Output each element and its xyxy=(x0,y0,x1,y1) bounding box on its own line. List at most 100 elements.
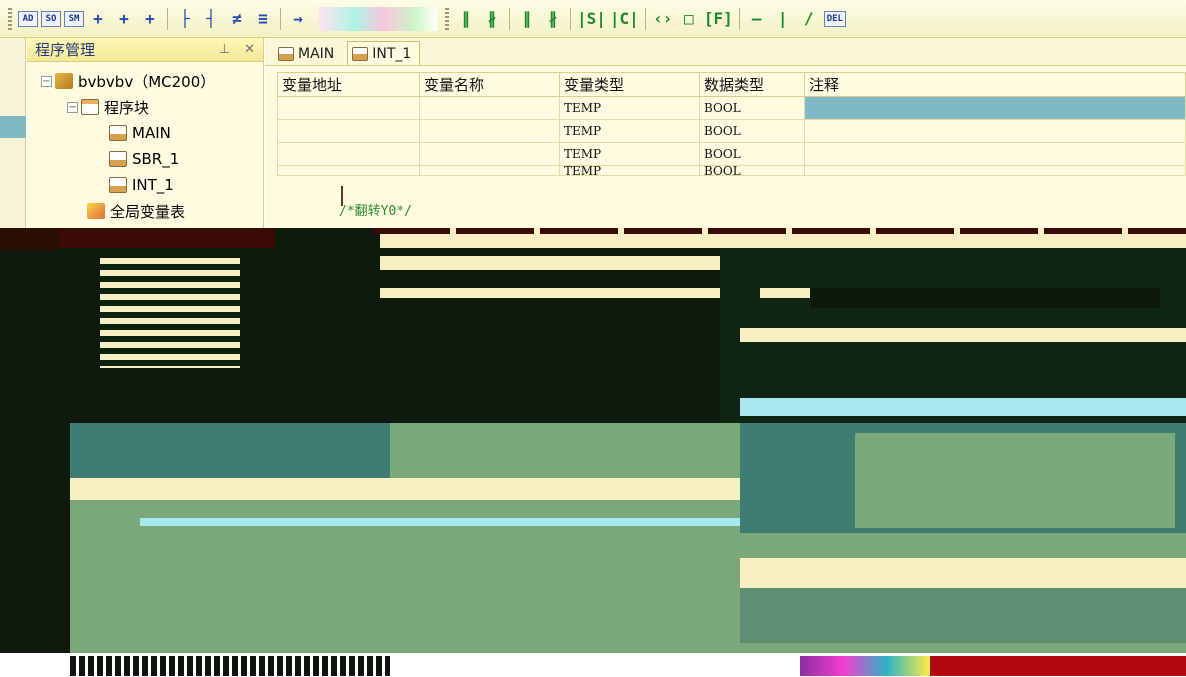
column-header[interactable]: 变量名称 xyxy=(419,72,560,97)
collapse-icon[interactable]: − xyxy=(41,75,52,87)
glitch-block xyxy=(380,288,720,298)
tab-label: MAIN xyxy=(298,45,335,62)
line-not-button[interactable]: ≠ xyxy=(226,7,248,31)
main-toolbar: AD SO SM + + + ├ ┤ ≠ ≡ → ∥ ∦ ∥ ∦ |S| |C|… xyxy=(0,0,1186,38)
table-cell[interactable]: BOOL xyxy=(699,165,805,176)
branch-close-button[interactable]: ┤ xyxy=(200,7,222,31)
table-cell[interactable]: BOOL xyxy=(699,119,805,143)
table-cell[interactable] xyxy=(804,119,1186,143)
program-icon xyxy=(278,46,294,61)
program-block-icon xyxy=(81,99,99,115)
left-dock-selected[interactable] xyxy=(0,116,26,138)
tree-item-label: bvbvbv（MC200） xyxy=(78,72,216,91)
tree-item-program-block[interactable]: − 程序块 xyxy=(27,94,263,120)
table-cell[interactable] xyxy=(419,165,560,176)
editor-tabs: MAIN INT_1 xyxy=(265,38,1186,66)
table-cell[interactable] xyxy=(804,165,1186,176)
tree-item-global-vars[interactable]: 全局变量表 xyxy=(27,198,263,224)
rising-contact-button[interactable]: ∥ xyxy=(516,7,538,31)
table-row: TEMP BOOL xyxy=(277,165,1186,176)
interrupt-icon xyxy=(109,177,127,193)
column-header[interactable]: 数据类型 xyxy=(699,72,805,97)
falling-contact-button[interactable]: ∦ xyxy=(542,7,564,31)
compare-contact-button[interactable]: |C| xyxy=(610,7,639,31)
table-cell[interactable]: TEMP xyxy=(559,119,700,143)
column-header[interactable]: 变量类型 xyxy=(559,72,700,97)
tree-item-int1[interactable]: INT_1 xyxy=(27,172,263,198)
code-comment[interactable]: /*翻转Y0*/ xyxy=(339,200,412,219)
glitch-block xyxy=(140,518,740,526)
table-cell[interactable] xyxy=(277,119,420,143)
table-cell[interactable] xyxy=(277,165,420,176)
left-dock-strip xyxy=(0,38,26,228)
table-cell[interactable]: TEMP xyxy=(559,96,700,120)
tree-item-label: MAIN xyxy=(132,124,171,142)
project-icon xyxy=(55,73,73,89)
glitch-block xyxy=(740,328,1186,342)
glitch-block xyxy=(855,433,1175,528)
toolbar-separator xyxy=(167,7,168,30)
pin-icon[interactable]: ⊥ xyxy=(219,42,230,57)
table-cell[interactable] xyxy=(419,142,560,166)
nc-contact-button[interactable]: ∦ xyxy=(481,7,503,31)
vertical-line-button[interactable]: | xyxy=(772,7,794,31)
column-header[interactable]: 注释 xyxy=(804,72,1186,97)
table-cell[interactable] xyxy=(277,142,420,166)
tree-item-project[interactable]: − bvbvbv（MC200） xyxy=(27,68,263,94)
glitch-block xyxy=(380,256,720,270)
table-cell[interactable] xyxy=(419,119,560,143)
table-cell[interactable]: TEMP xyxy=(559,142,700,166)
tree-item-label: 全局变量表 xyxy=(110,202,186,221)
horizontal-line-button[interactable]: — xyxy=(746,7,768,31)
no-contact-button[interactable]: ∥ xyxy=(455,7,477,31)
insert-down-button[interactable]: + xyxy=(113,7,135,31)
arrow-right-button[interactable]: → xyxy=(287,7,309,31)
delete-line-button[interactable]: DEL xyxy=(823,10,846,27)
tree-item-sbr1[interactable]: SBR_1 xyxy=(27,146,263,172)
toolbar-grip[interactable] xyxy=(445,7,449,30)
tab-main[interactable]: MAIN xyxy=(273,41,343,65)
tree-item-main[interactable]: MAIN xyxy=(27,120,263,146)
set-contact-button[interactable]: |S| xyxy=(577,7,606,31)
glitch-block xyxy=(930,656,1186,676)
toolbar-separator xyxy=(570,7,571,30)
coil-button[interactable]: ‹› xyxy=(652,7,674,31)
panel-title: 程序管理 xyxy=(35,41,96,59)
line-eq-button[interactable]: ≡ xyxy=(252,7,274,31)
toolbar-separator xyxy=(644,7,646,30)
sm-button[interactable]: SM xyxy=(64,10,84,27)
function-button[interactable]: [F] xyxy=(704,7,733,31)
toolbar-separator xyxy=(509,7,510,30)
table-cell[interactable] xyxy=(804,142,1186,166)
glitch-block xyxy=(810,288,1160,308)
tree-item-label: SBR_1 xyxy=(132,150,180,168)
column-header[interactable]: 变量地址 xyxy=(277,72,420,97)
toolbar-separator xyxy=(280,7,281,30)
glitch-block xyxy=(0,228,60,250)
close-icon[interactable]: ✕ xyxy=(244,42,255,57)
so-button[interactable]: SO xyxy=(41,10,61,27)
ad-button[interactable]: AD xyxy=(18,10,38,27)
tab-int1[interactable]: INT_1 xyxy=(347,41,421,65)
collapse-icon[interactable]: − xyxy=(67,101,78,113)
table-cell[interactable]: BOOL xyxy=(699,142,805,166)
panel-header: 程序管理 ⊥ ✕ xyxy=(27,38,263,62)
diagonal-line-button[interactable]: ∕ xyxy=(798,7,820,31)
insert-up-button[interactable]: + xyxy=(139,7,161,31)
glitch-block xyxy=(740,398,1186,416)
toolbar-grip[interactable] xyxy=(8,7,12,30)
glitch-block xyxy=(380,234,1186,248)
insert-branch-button[interactable]: + xyxy=(87,7,109,31)
branch-open-button[interactable]: ├ xyxy=(174,7,196,31)
table-cell[interactable]: BOOL xyxy=(699,96,805,120)
glitch-block xyxy=(70,478,740,500)
table-cell[interactable] xyxy=(419,96,560,120)
table-cell[interactable] xyxy=(277,96,420,120)
subroutine-icon xyxy=(109,151,127,167)
table-cell[interactable]: TEMP xyxy=(559,165,700,176)
box-button[interactable]: □ xyxy=(678,7,700,31)
editor-area: MAIN INT_1 变量地址 变量名称 变量类型 数据类型 注释 TEMP B… xyxy=(265,38,1186,228)
table-cell-selected[interactable] xyxy=(804,96,1186,120)
table-row: TEMP BOOL xyxy=(277,96,1186,120)
toolbar-separator xyxy=(738,7,740,30)
